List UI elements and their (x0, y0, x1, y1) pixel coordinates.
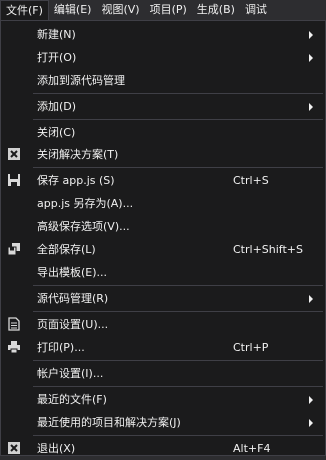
menu-item-advanced-save[interactable]: 高级保存选项(V)... (1, 215, 325, 238)
submenu-arrow-icon (309, 396, 313, 404)
menu-item-label: 保存 app.js (S) (37, 174, 115, 187)
menu-separator (33, 93, 323, 94)
menu-item-label: 最近的文件(F) (37, 393, 107, 406)
menu-item-label: 关闭解决方案(T) (37, 148, 119, 161)
menubar-debug[interactable]: 调试 (240, 0, 272, 20)
submenu-arrow-icon (309, 31, 313, 39)
menu-bar: 文件(F) 编辑(E) 视图(V) 项目(P) 生成(B) 调试 (0, 0, 326, 20)
menu-item-label: 打印(P)... (37, 341, 85, 354)
submenu-arrow-icon (309, 54, 313, 62)
menu-item-account-settings[interactable]: 帐户设置(I)... (1, 362, 325, 385)
menu-item-label: 添加(D) (37, 100, 77, 113)
menu-item-save-as[interactable]: app.js 另存为(A)... (1, 192, 325, 215)
menu-item-page-setup[interactable]: 页面设置(U)... (1, 313, 325, 336)
close-x-icon (8, 148, 20, 160)
menu-item-label: 打开(O) (37, 51, 77, 64)
menubar-edit[interactable]: 编辑(E) (49, 0, 97, 20)
shortcut-label: Ctrl+Shift+S (233, 243, 303, 256)
menu-item-label: 源代码管理(R) (37, 292, 109, 305)
menubar-view[interactable]: 视图(V) (96, 0, 144, 20)
menu-item-label: app.js 另存为(A)... (37, 197, 134, 210)
menu-separator (33, 360, 323, 361)
menu-item-label: 导出模板(E)... (37, 266, 108, 279)
shortcut-label: Ctrl+S (233, 174, 269, 187)
menu-item-close-solution[interactable]: 关闭解决方案(T) (1, 143, 325, 166)
shortcut-label: Ctrl+P (233, 341, 269, 354)
menu-item-recent-files[interactable]: 最近的文件(F) (1, 388, 325, 411)
menu-separator (33, 386, 323, 387)
printer-icon (8, 341, 20, 354)
menu-item-label: 关闭(C) (37, 126, 76, 139)
menu-item-label: 高级保存选项(V)... (37, 220, 130, 233)
menu-item-new[interactable]: 新建(N) (1, 23, 325, 46)
menu-item-label: 全部保存(L) (37, 243, 96, 256)
menu-separator (33, 311, 323, 312)
page-setup-icon (8, 317, 20, 331)
submenu-arrow-icon (309, 295, 313, 303)
menu-item-save-all[interactable]: 全部保存(L) Ctrl+Shift+S (1, 238, 325, 261)
menu-item-exit[interactable]: 退出(X) Alt+F4 (1, 437, 325, 460)
menu-item-print[interactable]: 打印(P)... Ctrl+P (1, 336, 325, 359)
menu-item-label: 最近使用的项目和解决方案(J) (37, 416, 181, 429)
menu-item-save[interactable]: 保存 app.js (S) Ctrl+S (1, 169, 325, 192)
menu-item-open[interactable]: 打开(O) (1, 46, 325, 69)
menu-item-close[interactable]: 关闭(C) (1, 121, 325, 144)
save-all-icon (7, 243, 20, 256)
close-x-icon (8, 442, 20, 454)
menu-item-recent-projects[interactable]: 最近使用的项目和解决方案(J) (1, 411, 325, 434)
submenu-arrow-icon (309, 419, 313, 427)
menu-item-label: 添加到源代码管理 (37, 74, 125, 87)
menu-item-source-control[interactable]: 源代码管理(R) (1, 287, 325, 310)
menubar-project[interactable]: 项目(P) (145, 0, 192, 20)
menu-separator (33, 167, 323, 168)
menu-item-add-to-source-control[interactable]: 添加到源代码管理 (1, 69, 325, 92)
menu-separator (33, 435, 323, 436)
menubar-file[interactable]: 文件(F) (0, 0, 49, 20)
menu-separator (33, 119, 323, 120)
menubar-build[interactable]: 生成(B) (192, 0, 240, 20)
menu-item-label: 页面设置(U)... (37, 318, 109, 331)
floppy-disk-icon (8, 174, 20, 186)
file-menu-dropdown: 新建(N) 打开(O) 添加到源代码管理 添加(D) 关闭(C) 关闭解决方案(… (0, 20, 326, 456)
menu-item-add[interactable]: 添加(D) (1, 95, 325, 118)
submenu-arrow-icon (309, 103, 313, 111)
menu-item-label: 帐户设置(I)... (37, 367, 104, 380)
menu-separator (33, 285, 323, 286)
menu-item-label: 新建(N) (37, 28, 76, 41)
menu-item-export-template[interactable]: 导出模板(E)... (1, 261, 325, 284)
shortcut-label: Alt+F4 (233, 442, 271, 455)
menu-item-label: 退出(X) (37, 442, 76, 455)
